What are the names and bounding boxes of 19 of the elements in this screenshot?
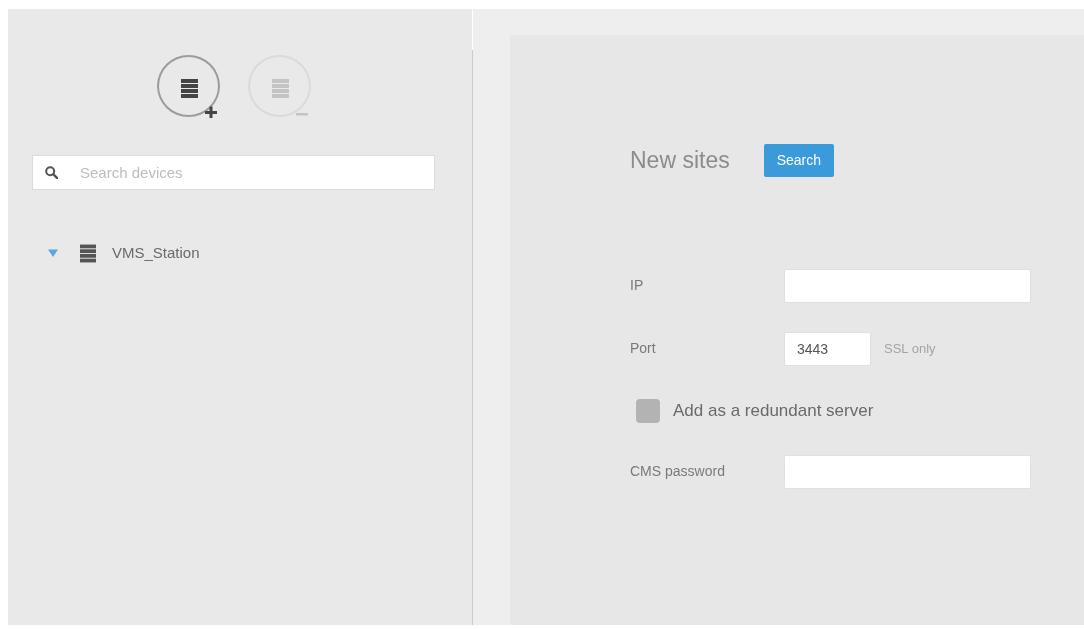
server-add-icon xyxy=(179,77,217,118)
search-icon xyxy=(45,166,58,179)
hint-text: SSL only xyxy=(884,339,936,358)
field-label: Port xyxy=(630,339,657,358)
add-server-button[interactable] xyxy=(157,55,220,117)
tree-node-label[interactable]: VMS_Station xyxy=(112,241,200,265)
field-label: CMS password xyxy=(630,462,726,481)
section-title: New sites xyxy=(630,146,730,175)
field-label: IP xyxy=(630,276,645,295)
search-button[interactable]: Search xyxy=(763,143,835,177)
search-field[interactable]: Search devices xyxy=(32,155,435,190)
server-remove-icon xyxy=(270,77,308,118)
input-field[interactable] xyxy=(784,268,1031,303)
input-field[interactable] xyxy=(784,454,1031,489)
triangle-down-icon[interactable] xyxy=(48,248,58,258)
input-field[interactable]: 3443 xyxy=(784,331,871,366)
checkbox[interactable] xyxy=(636,398,660,423)
server-icon xyxy=(80,243,96,263)
checkbox-label: Add as a redundant server xyxy=(673,399,874,422)
